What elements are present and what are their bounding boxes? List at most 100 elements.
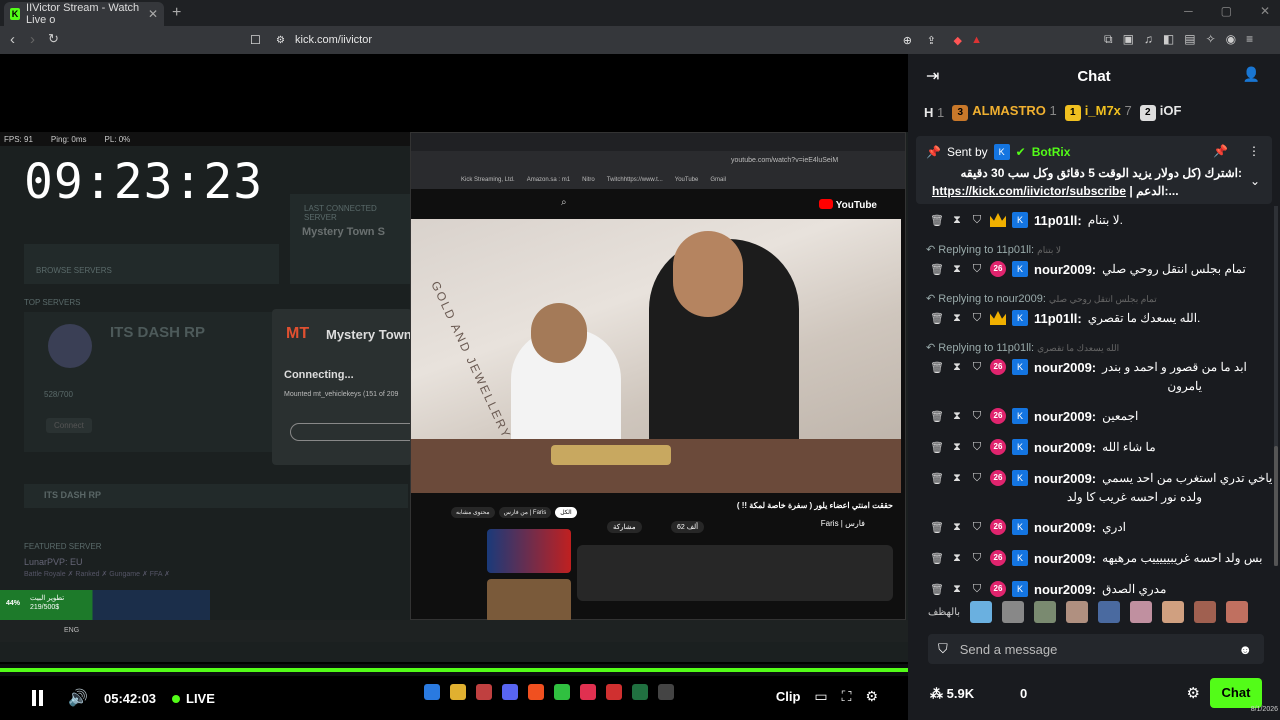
- youtube-video[interactable]: GOLD AND JEWELLERY: [411, 219, 901, 493]
- timeout-icon[interactable]: ⧗: [950, 552, 964, 565]
- username[interactable]: nour2009:: [1034, 360, 1096, 375]
- emote-icon[interactable]: [1002, 601, 1025, 623]
- yt-channel[interactable]: Faris | فارس: [821, 519, 865, 528]
- windows-start-icon[interactable]: [424, 684, 440, 700]
- emote-icon[interactable]: [970, 601, 993, 623]
- yt-share-button[interactable]: مشاركة: [607, 521, 642, 533]
- obs-icon[interactable]: [658, 684, 674, 700]
- emote-icon[interactable]: [1194, 601, 1217, 623]
- emote-icon[interactable]: [1130, 601, 1153, 623]
- pause-icon[interactable]: [30, 690, 44, 706]
- discord-icon[interactable]: [502, 684, 518, 700]
- delete-icon[interactable]: 🗑: [930, 583, 944, 596]
- delete-icon[interactable]: 🗑: [930, 552, 944, 565]
- vpn-icon[interactable]: ◉: [1226, 32, 1236, 47]
- minimize-icon[interactable]: ─: [1184, 4, 1193, 18]
- timeout-icon[interactable]: ⧗: [950, 441, 964, 454]
- clip-button[interactable]: Clip: [776, 689, 801, 704]
- yt-thumbnail[interactable]: [487, 579, 571, 623]
- back-icon[interactable]: ‹: [10, 31, 15, 48]
- chat-send-button[interactable]: Chat: [1210, 678, 1262, 708]
- reload-icon[interactable]: ↻: [48, 31, 59, 47]
- stream-progress[interactable]: [0, 668, 908, 672]
- mod-shield-icon[interactable]: ⛉: [970, 583, 984, 596]
- chat-input[interactable]: ⛉ Send a message ☻: [928, 634, 1264, 664]
- scroll-thumb[interactable]: [1274, 446, 1278, 566]
- zoom-icon[interactable]: ⊕: [903, 34, 912, 47]
- bookmark-icon[interactable]: ☐: [250, 33, 261, 47]
- users-icon[interactable]: 👤: [1243, 66, 1260, 83]
- leader-item[interactable]: 2 iOF: [1139, 103, 1181, 121]
- delete-icon[interactable]: 🗑: [930, 312, 944, 325]
- reply-context[interactable]: ↶ Replying to 11p01ll: لا بتنام: [926, 243, 1061, 256]
- menu-icon[interactable]: ≡: [1246, 32, 1253, 47]
- volume-icon[interactable]: 🔊: [68, 688, 88, 708]
- delete-icon[interactable]: 🗑: [930, 361, 944, 374]
- window-close-icon[interactable]: ✕: [1260, 4, 1270, 18]
- reply-context[interactable]: ↶ Replying to 11p01ll: الله يسعدك ما تقص…: [926, 341, 1119, 354]
- username[interactable]: nour2009:: [1034, 409, 1096, 424]
- leader-item[interactable]: 3 ALMASTRO 1: [952, 103, 1057, 121]
- emoji-icon[interactable]: ☻: [1238, 642, 1252, 657]
- youtube-logo[interactable]: YouTube: [819, 199, 877, 211]
- bookmark-item[interactable]: Nitro: [582, 177, 595, 183]
- site-info-icon[interactable]: ⚙: [276, 35, 285, 46]
- username[interactable]: nour2009:: [1034, 262, 1096, 277]
- username[interactable]: nour2009:: [1034, 440, 1096, 455]
- subscribe-link[interactable]: https://kick.com/iivictor/subscribe: [932, 184, 1126, 198]
- emote-icon[interactable]: [1162, 601, 1185, 623]
- leo-icon[interactable]: ✧: [1206, 32, 1216, 47]
- app-icon[interactable]: [476, 684, 492, 700]
- extensions-icon[interactable]: ⧉: [1104, 32, 1113, 47]
- theater-icon[interactable]: ▭: [814, 688, 827, 705]
- emote-icon[interactable]: [1226, 601, 1249, 623]
- timeout-icon[interactable]: ⧗: [950, 214, 964, 227]
- stream-player[interactable]: FPS: 91 Ping: 0ms PL: 0% 09:23:23 LAST C…: [0, 54, 908, 664]
- mod-shield-icon[interactable]: ⛉: [970, 472, 984, 485]
- settings-icon[interactable]: ⚙: [865, 688, 878, 705]
- chip-related[interactable]: محتوى مشابه: [451, 507, 495, 518]
- wallet-icon[interactable]: ▤: [1184, 32, 1195, 47]
- new-tab-icon[interactable]: +: [172, 4, 181, 22]
- its-dash-row[interactable]: ITS DASH RP: [24, 484, 408, 508]
- timeout-icon[interactable]: ⧗: [950, 263, 964, 276]
- browser-tab[interactable]: K IIVictor Stream - Watch Live o ✕: [4, 2, 164, 26]
- file-explorer-icon[interactable]: [450, 684, 466, 700]
- live-indicator[interactable]: LIVE: [172, 691, 215, 706]
- pinned-message[interactable]: 📌 Sent by K ✔ BotRix 📌 ⋮ اشترك (كل دولار…: [916, 136, 1272, 204]
- delete-icon[interactable]: 🗑: [930, 410, 944, 423]
- address-bar[interactable]: ☐ ⚙ kick.com/iivictor ⊕ ⇪ ◆ ▲: [240, 29, 992, 51]
- username[interactable]: nour2009:: [1034, 582, 1096, 597]
- tab-close-icon[interactable]: ✕: [148, 7, 158, 21]
- shield-icon[interactable]: ⛉: [938, 641, 948, 657]
- youtube-window[interactable]: youtube.com/watch?v=ieE4luSeiM Kick Stre…: [410, 132, 906, 623]
- mod-shield-icon[interactable]: ⛉: [970, 312, 984, 325]
- emote-icon[interactable]: [1098, 601, 1121, 623]
- username[interactable]: nour2009:: [1034, 471, 1096, 486]
- app-icon[interactable]: [554, 684, 570, 700]
- expand-pinned-icon[interactable]: ⌄: [1250, 174, 1260, 188]
- fullscreen-icon[interactable]: ⛶: [842, 688, 852, 705]
- mod-shield-icon[interactable]: ⛉: [970, 552, 984, 565]
- timeout-icon[interactable]: ⧗: [950, 583, 964, 596]
- maximize-icon[interactable]: ▢: [1221, 4, 1232, 18]
- app-icon[interactable]: [606, 684, 622, 700]
- music-icon[interactable]: ♫: [1144, 32, 1153, 47]
- reply-context[interactable]: ↶ Replying to nour2009: تمام بجلس انتقل …: [926, 292, 1157, 305]
- timeout-icon[interactable]: ⧗: [950, 312, 964, 325]
- bookmark-item[interactable]: Gmail: [710, 177, 726, 183]
- bookmark-item[interactable]: YouTube: [675, 177, 699, 183]
- timeout-icon[interactable]: ⧗: [950, 361, 964, 374]
- chat-settings-icon[interactable]: ⚙: [1187, 684, 1200, 702]
- timeout-icon[interactable]: ⧗: [950, 410, 964, 423]
- mod-shield-icon[interactable]: ⛉: [970, 263, 984, 276]
- connect-button[interactable]: Connect: [46, 418, 92, 433]
- brave-icon[interactable]: [528, 684, 544, 700]
- delete-icon[interactable]: 🗑: [930, 521, 944, 534]
- username[interactable]: 11p01ll:: [1034, 311, 1082, 326]
- chat-scrollbar[interactable]: [1274, 206, 1278, 566]
- unpin-icon[interactable]: 📌: [1213, 144, 1228, 158]
- mod-shield-icon[interactable]: ⛉: [970, 410, 984, 423]
- timeout-icon[interactable]: ⧗: [950, 521, 964, 534]
- screenshot-icon[interactable]: ▣: [1123, 32, 1134, 47]
